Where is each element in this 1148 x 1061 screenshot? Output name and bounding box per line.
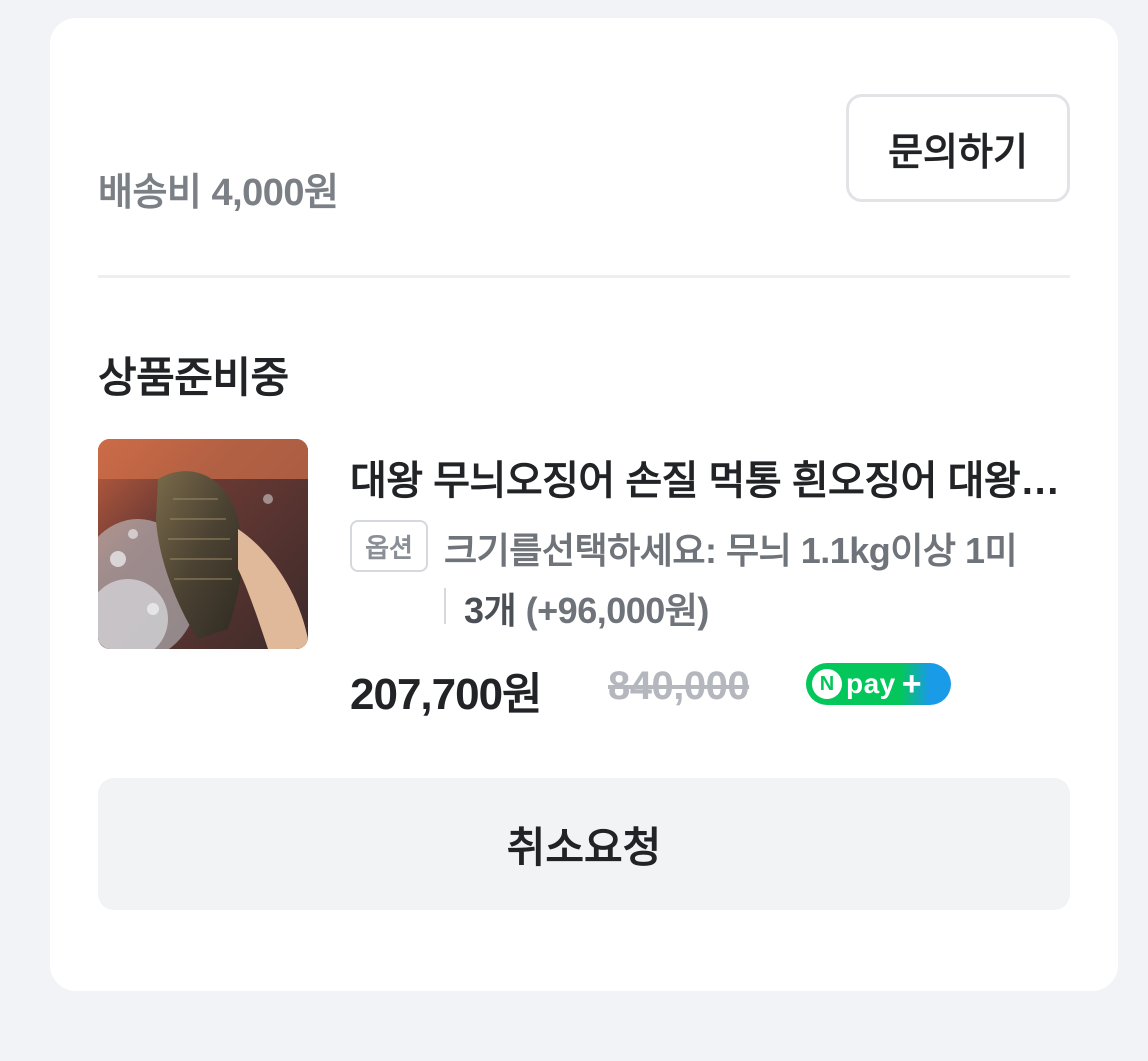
option-badge: 옵션 <box>350 520 428 572</box>
option-extra-price: (+96,000원) <box>525 590 710 631</box>
option-separator <box>444 588 446 624</box>
order-card: 배송비 4,000원 문의하기 상품준비중 대왕 무늬오징어 손질 먹통 흰오징… <box>50 18 1118 991</box>
cancel-request-button[interactable]: 취소요청 <box>98 778 1070 910</box>
divider <box>98 275 1070 278</box>
inquiry-button[interactable]: 문의하기 <box>846 94 1070 202</box>
npay-plus-badge: N pay + <box>806 663 951 705</box>
original-price: 840,000 <box>608 664 750 708</box>
product-title[interactable]: 대왕 무늬오징어 손질 먹통 흰오징어 대왕무늬오징어 1kg <box>350 448 1070 506</box>
order-status: 상품준비중 <box>98 354 289 401</box>
sale-price: 207,700원 <box>350 670 543 719</box>
plus-icon: + <box>901 665 922 703</box>
shipping-fee: 배송비 4,000원 <box>98 172 339 214</box>
option-quantity: 3개 <box>464 590 517 631</box>
product-thumbnail[interactable] <box>98 439 308 649</box>
option-quantity-line: 3개 (+96,000원) <box>464 582 709 634</box>
option-text: 크기를선택하세요: 무늬 1.1kg이상 1미 <box>444 530 1018 571</box>
squid-photo-icon <box>98 439 308 649</box>
npay-label: pay <box>846 668 896 699</box>
naver-n-icon: N <box>812 669 842 699</box>
